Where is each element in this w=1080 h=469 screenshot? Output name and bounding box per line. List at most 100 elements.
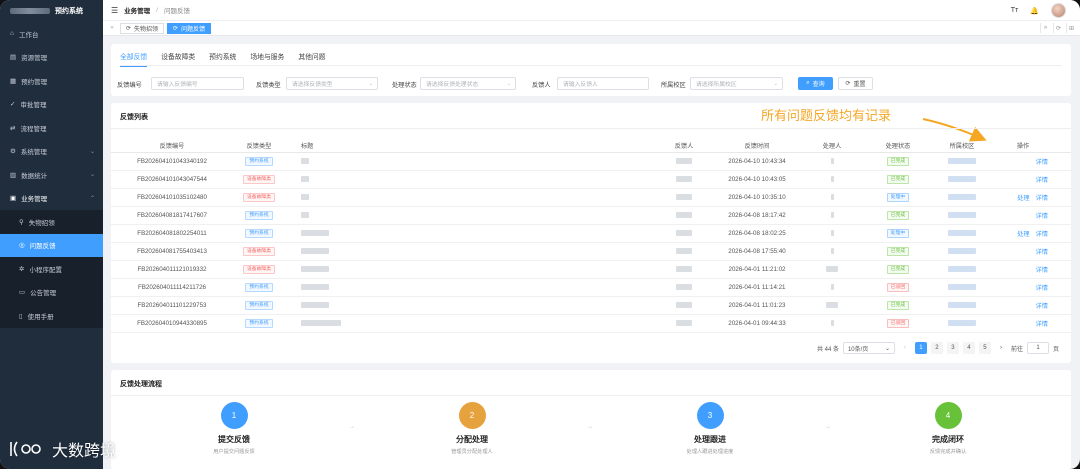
- sidebar: 预约系统 ⌂ 工作台 ▤ 资源管理 ▦ 预约管理 ✓ 审批管理 ⇄ 流程管理 ⚙ 系统管理 ⌄ ▥ 数据统计…: [0, 0, 103, 469]
- tab-refresh-icon: ⟳: [173, 25, 179, 32]
- cell-no: FB202604101043340192: [137, 158, 207, 165]
- col-school: 所属校区: [949, 143, 975, 150]
- type-tag: 预约系统: [245, 283, 273, 292]
- bell-icon[interactable]: 🔔: [1030, 7, 1039, 15]
- refresh-icon: ⟳: [845, 81, 851, 87]
- sidebar-subitem[interactable]: ⚲ 失物招领: [0, 210, 103, 234]
- detail-link[interactable]: 详情: [1036, 195, 1048, 202]
- cell-title: [301, 302, 361, 309]
- chat-icon: ◎: [19, 242, 25, 250]
- flow-title: 反馈处理流程: [120, 381, 162, 388]
- table-row: FB202604101043340192 预约系统 2026-04-10 10:43…: [111, 153, 1071, 171]
- school-select[interactable]: 请选择所属校区 ⌄: [690, 77, 783, 90]
- page-5[interactable]: 5: [978, 342, 991, 354]
- detail-link[interactable]: 详情: [1036, 231, 1048, 238]
- tabs-prev-icon[interactable]: «: [107, 25, 117, 31]
- status-tag: 已完成: [886, 175, 910, 184]
- col-no: 反馈编号: [159, 143, 185, 150]
- goto-label: 前往: [1010, 346, 1023, 353]
- page-3[interactable]: 3: [946, 342, 959, 354]
- breadcrumb-parent[interactable]: 业务管理: [124, 5, 150, 15]
- cell-type: 预约系统: [239, 283, 279, 292]
- cell-no: FB202604010944330895: [137, 320, 207, 327]
- user-input[interactable]: 请输入反馈人: [557, 77, 649, 90]
- detail-link[interactable]: 详情: [1036, 177, 1048, 184]
- school-label: 所属校区: [661, 82, 686, 89]
- process-link[interactable]: 处理: [1017, 231, 1029, 238]
- feedback-type-select[interactable]: 请选择反馈类型 ⌄: [286, 77, 378, 90]
- step-number: 2: [458, 402, 486, 429]
- tab-feedback[interactable]: ⟳ 问题反馈: [167, 22, 212, 34]
- cell-type: 预约系统: [239, 229, 279, 238]
- cell-title: [301, 320, 361, 327]
- list-title: 反馈列表: [120, 114, 148, 121]
- page-1[interactable]: 1: [914, 342, 927, 354]
- sidebar-item-label: 系统管理: [20, 149, 47, 157]
- table-row: FB202604101043047544 设备故障类 2026-04-10 10:4…: [111, 171, 1071, 189]
- reset-button[interactable]: ⟳ 重置: [838, 77, 873, 90]
- cell-school: [942, 266, 982, 273]
- step-number: 1: [220, 402, 248, 429]
- sidebar-item[interactable]: ⚙ 系统管理 ⌄: [0, 140, 103, 164]
- col-title: 标题: [301, 143, 314, 150]
- flow-step: 4 完成闭环 反馈完成并确认: [878, 402, 1018, 455]
- detail-link[interactable]: 详情: [1036, 213, 1048, 220]
- filter-panel: 全部反馈 设备故障类 预约系统 场地与服务 其他问题 反馈编号 请输入反馈编号 …: [111, 44, 1071, 96]
- sidebar-subitem[interactable]: ▭ 公告管理: [0, 281, 103, 305]
- cell-user: [673, 230, 695, 237]
- process-flow-panel: 反馈处理流程 1 提交反馈 用户提交问题反馈 → 2 分配处理 管理员分配处理人 → 3 处理跟进…: [111, 370, 1071, 469]
- font-size-icon[interactable]: Tт: [1011, 7, 1018, 14]
- feedback-list-panel: 反馈列表 所有问题反馈均有记录 反馈编号 反馈类型 标题 反馈人 反馈时间 处理…: [111, 103, 1071, 363]
- sidebar-subitem[interactable]: ✲ 小程序配置: [0, 257, 103, 281]
- feedback-no-input[interactable]: 请输入反馈编号: [151, 77, 244, 90]
- cell-handler: [821, 158, 843, 165]
- detail-link[interactable]: 详情: [1036, 285, 1048, 292]
- page-jump-input[interactable]: 1: [1026, 342, 1049, 354]
- refresh-icon[interactable]: ⟳: [1053, 23, 1063, 33]
- sidebar-subitem[interactable]: ◎ 问题反馈: [0, 233, 103, 257]
- sidebar-item[interactable]: ▤ 资源管理: [0, 46, 103, 70]
- page-4[interactable]: 4: [962, 342, 975, 354]
- tab-lost-found[interactable]: ⟳ 失物招领: [120, 22, 165, 34]
- avatar[interactable]: [1051, 3, 1066, 18]
- cell-status: 已完成: [884, 211, 912, 220]
- pager-total: 共 44 条: [816, 346, 839, 353]
- sidebar-item[interactable]: ⇄ 流程管理: [0, 116, 103, 140]
- cell-status: 已驳回: [884, 283, 912, 292]
- page-size-select[interactable]: 10条/页 ⌄: [842, 342, 895, 354]
- page-2[interactable]: 2: [930, 342, 943, 354]
- process-link[interactable]: 处理: [1017, 195, 1029, 202]
- detail-link[interactable]: 详情: [1036, 303, 1048, 310]
- sidebar-item[interactable]: ⌂ 工作台: [0, 22, 103, 46]
- search-button[interactable]: ⌕ 查询: [798, 77, 833, 90]
- hamburger-icon[interactable]: ☰: [111, 6, 118, 15]
- cell-type: 预约系统: [239, 157, 279, 166]
- annotation-text: 所有问题反馈均有记录: [761, 109, 892, 124]
- sidebar-subitem[interactable]: ▯ 使用手册: [0, 304, 103, 328]
- sidebar-item[interactable]: ▥ 数据统计 ⌄: [0, 163, 103, 187]
- cell-user: [673, 194, 695, 201]
- cell-time: 2026-04-10 10:43:34: [728, 158, 786, 165]
- sidebar-item[interactable]: ▣ 业务管理 ⌃: [0, 187, 103, 211]
- grid-icon[interactable]: ⊞: [1066, 23, 1076, 33]
- arrow-right-icon: →: [349, 424, 355, 430]
- next-page-icon[interactable]: ›: [995, 342, 1007, 354]
- page-size-value: 10条/页: [847, 346, 869, 353]
- detail-link[interactable]: 详情: [1036, 159, 1048, 166]
- blurred-handler: [826, 266, 838, 273]
- detail-link[interactable]: 详情: [1036, 267, 1048, 274]
- detail-link[interactable]: 详情: [1036, 249, 1048, 256]
- detail-link[interactable]: 详情: [1036, 321, 1048, 328]
- sidebar-item[interactable]: ✓ 审批管理: [0, 93, 103, 117]
- tabs-next-icon[interactable]: »: [1040, 23, 1050, 33]
- sidebar-item[interactable]: ▦ 预约管理: [0, 69, 103, 93]
- status-select[interactable]: 请选择反馈处理状态 ⌄: [420, 77, 516, 90]
- prev-page-icon[interactable]: ‹: [899, 342, 911, 354]
- status-tag: 已完成: [886, 301, 910, 310]
- cell-actions: 详情: [1003, 319, 1051, 328]
- cell-status: 已完成: [884, 301, 912, 310]
- watermark: 大数跨境: [8, 437, 116, 461]
- home-icon: ⌂: [10, 30, 14, 38]
- status-tag: 已完成: [886, 247, 910, 256]
- chart-icon: ▥: [10, 171, 17, 179]
